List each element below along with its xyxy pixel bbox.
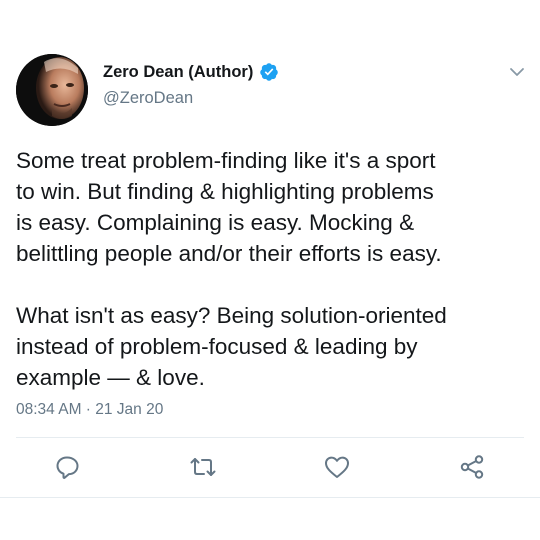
- tweet-actions: [0, 448, 540, 488]
- author-display-name[interactable]: Zero Dean (Author): [103, 63, 253, 82]
- tweet-card: Zero Dean (Author) @ZeroDean Some treat …: [0, 0, 540, 540]
- retweet-button[interactable]: [188, 452, 218, 482]
- heart-icon: [325, 456, 349, 478]
- divider: [16, 437, 524, 438]
- author-name-row: Zero Dean (Author): [103, 62, 279, 82]
- reply-button[interactable]: [52, 452, 82, 482]
- bottom-divider: [0, 497, 540, 498]
- retweet-icon: [190, 458, 216, 476]
- author-handle[interactable]: @ZeroDean: [103, 89, 193, 108]
- chevron-down-icon[interactable]: [508, 65, 526, 79]
- reply-icon: [56, 456, 79, 479]
- like-button[interactable]: [322, 452, 352, 482]
- tweet-timestamp[interactable]: 08:34 AM · 21 Jan 20: [16, 401, 163, 419]
- tweet-text: Some treat problem-finding like it's a s…: [16, 148, 447, 390]
- avatar[interactable]: [16, 54, 88, 126]
- share-button[interactable]: [457, 452, 487, 482]
- avatar-image: [16, 54, 88, 126]
- verified-badge-icon: [259, 62, 279, 82]
- share-icon: [460, 455, 484, 479]
